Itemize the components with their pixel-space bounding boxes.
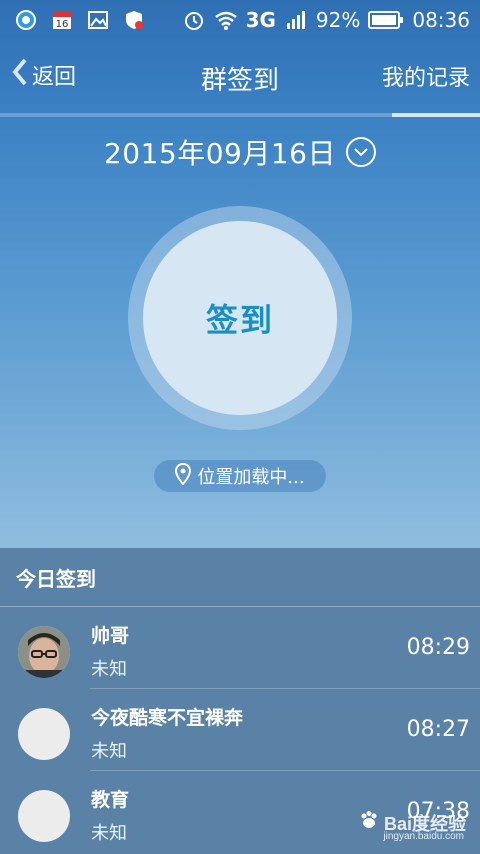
status-bar: 16 3G 92% 08:36 [0,0,480,40]
battery-percent: 92% [315,8,361,32]
checkin-button[interactable]: 签到 [143,221,337,415]
my-records-button[interactable]: 我的记录 [382,60,470,92]
date-text: 2015年09月16日 [103,137,337,170]
avatar [18,708,70,760]
location-status: 位置加载中... [154,460,326,492]
calendar-day: 16 [56,19,69,30]
checkin-time: 08:27 [406,717,470,742]
list-item[interactable]: 今夜酷寒不宜裸奔 未知 08:27 [0,689,480,771]
paw-icon [358,809,380,836]
checkin-label: 签到 [205,301,274,339]
avatar [18,790,70,842]
checkin-time: 08:29 [406,635,470,660]
list-item[interactable]: 帅哥 未知 08:29 [0,607,480,689]
member-name: 教育 [91,789,130,811]
network-type: 3G [245,8,276,32]
date-selector[interactable]: 2015年09月16日 [0,132,480,172]
watermark-sub: jingyan.baidu.com [383,831,464,842]
shield-icon [122,8,146,32]
wifi-icon [214,8,238,32]
location-text: 位置加载中... [197,467,305,488]
battery-icon [368,8,404,32]
calendar-icon: 16 [50,8,74,32]
tab-underline-active [392,113,480,117]
member-name: 帅哥 [91,625,130,647]
app-icon [14,8,38,32]
signal-icon [284,8,308,32]
clock: 08:36 [412,8,470,32]
avatar [18,626,70,678]
chevron-down-icon[interactable] [346,137,377,167]
baidu-watermark: Bai度经验 jingyan.baidu.com [358,809,466,842]
image-icon [86,8,110,32]
nav-bar: 返回 群签到 我的记录 [0,40,480,112]
member-status: 未知 [91,823,127,844]
member-status: 未知 [91,659,127,680]
member-name: 今夜酷寒不宜裸奔 [91,707,244,729]
list-header: 今日签到 [0,548,480,607]
location-pin-icon [175,462,192,490]
member-status: 未知 [91,741,127,762]
alarm-icon [182,8,206,32]
